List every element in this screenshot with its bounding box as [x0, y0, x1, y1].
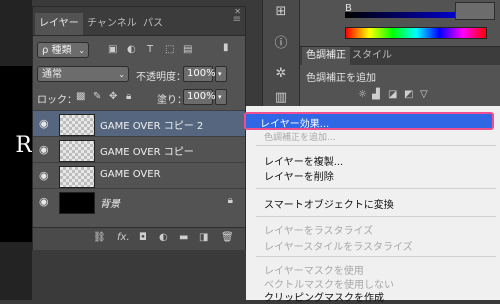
- visibility-eye-icon[interactable]: ◉: [39, 169, 49, 182]
- type-filter-icon[interactable]: T: [147, 44, 153, 56]
- info-icon[interactable]: ⓘ: [263, 32, 299, 51]
- smart-object-filter-icon[interactable]: ▤: [183, 44, 192, 56]
- tab-layers[interactable]: レイヤー: [35, 13, 83, 35]
- adjustments-tabs: 色調補正 スタイル: [300, 47, 500, 65]
- layer-row[interactable]: ◉ GAME OVER コピー 2: [33, 110, 245, 137]
- menu-separator: [256, 256, 496, 257]
- visibility-eye-icon[interactable]: ◉: [39, 143, 49, 156]
- layer-name: GAME OVER コピー: [100, 147, 194, 158]
- layer-filter-select[interactable]: ρ 種類 ⌄: [37, 42, 89, 58]
- chevron-down-icon: ⌄: [118, 70, 125, 79]
- menu-item-enable-layer-mask[interactable]: レイヤーマスクを使用: [264, 262, 364, 277]
- actions-icon[interactable]: ✲: [263, 66, 299, 81]
- levels-icon[interactable]: ▟: [372, 89, 380, 101]
- layer-name: 背景: [100, 199, 120, 210]
- menu-item-label: レイヤー効果...: [260, 119, 330, 130]
- layer-name: GAME OVER コピー 2: [100, 121, 204, 132]
- layer-name: GAME OVER: [100, 169, 161, 180]
- panel-menu-icon[interactable]: ≡: [233, 14, 241, 25]
- add-mask-icon[interactable]: ◘: [139, 232, 147, 243]
- lock-pixels-icon[interactable]: ✎: [93, 91, 101, 103]
- trash-icon[interactable]: 🗑︎: [221, 232, 234, 243]
- menu-item-duplicate-layer[interactable]: レイヤーを複製...: [264, 153, 343, 168]
- exposure-icon[interactable]: ◩: [404, 89, 413, 101]
- menu-item-adjustment[interactable]: 色調補正を追加...: [264, 130, 336, 143]
- histogram-icon[interactable]: ▥: [263, 90, 299, 105]
- menu-item-rasterize-layer[interactable]: レイヤーをラスタライズ: [264, 222, 373, 237]
- tab-adjustments[interactable]: 色調補正: [302, 47, 350, 65]
- layer-row[interactable]: ◉ 背景 🔒︎: [33, 188, 245, 215]
- visibility-eye-icon[interactable]: ◉: [39, 117, 49, 130]
- lock-label: ロック：: [37, 95, 77, 106]
- layer-thumbnail: [59, 166, 95, 188]
- opacity-label: 不透明度：: [136, 72, 186, 83]
- shape-filter-icon[interactable]: ⬚: [165, 44, 174, 56]
- filter-toggle-icon[interactable]: ▮: [223, 42, 229, 54]
- history-icon[interactable]: ⊞: [263, 4, 299, 19]
- new-adjustment-icon[interactable]: ◐: [159, 232, 168, 243]
- new-group-icon[interactable]: ▬: [179, 232, 188, 243]
- brightness-icon[interactable]: ☼: [358, 89, 367, 101]
- layers-panel-tabs: ✕ レイヤー チャンネル パス ≡: [33, 7, 245, 36]
- chevron-down-icon: ⌄: [78, 46, 85, 55]
- tab-paths[interactable]: パス: [139, 13, 167, 35]
- lock-position-icon[interactable]: ✥: [109, 91, 117, 103]
- menu-item-rasterize-style[interactable]: レイヤースタイルをラスタライズ: [264, 238, 413, 253]
- adjustment-filter-icon[interactable]: ◐: [127, 44, 136, 56]
- context-menu: 色調補正を追加... レイヤーを複製... レイヤーを削除 スマートオブジェクト…: [246, 106, 500, 304]
- tab-channels[interactable]: チャンネル: [83, 13, 141, 35]
- fx-icon[interactable]: fx.: [117, 232, 130, 243]
- menu-item-convert-smart-object[interactable]: スマートオブジェクトに変換: [264, 196, 394, 211]
- lock-icon: 🔒︎: [227, 195, 233, 206]
- blend-mode-value: 通常: [42, 69, 62, 80]
- layer-row[interactable]: ◉ GAME OVER: [33, 162, 245, 189]
- vibrance-icon[interactable]: ▽: [420, 89, 428, 101]
- fill-input[interactable]: 100%: [183, 89, 216, 105]
- menu-item-create-clipping-mask[interactable]: クリッピングマスクを作成: [264, 289, 384, 304]
- layer-thumbnail: [59, 140, 95, 162]
- canvas-text: R: [15, 133, 32, 158]
- chevron-down-icon: ▾: [218, 70, 222, 78]
- image-filter-icon[interactable]: ▣: [108, 44, 117, 56]
- menu-separator: [256, 216, 496, 217]
- blue-value-input[interactable]: [455, 2, 495, 20]
- opacity-input[interactable]: 100%: [183, 66, 216, 82]
- add-adjustment-label: 色調補正を追加: [306, 73, 376, 84]
- blend-mode-select[interactable]: 通常 ⌄: [37, 66, 129, 82]
- color-spectrum[interactable]: [345, 27, 487, 39]
- layer-thumbnail: [59, 114, 95, 136]
- layers-panel: ✕ レイヤー チャンネル パス ≡ ρ 種類 ⌄ ▣ ◐ T ⬚ ▤ ▮ 通常 …: [32, 6, 246, 250]
- curves-icon[interactable]: ◪: [388, 89, 397, 101]
- color-panel: B: [300, 0, 500, 46]
- fill-dropdown[interactable]: ▾: [215, 89, 227, 105]
- opacity-dropdown[interactable]: ▾: [215, 66, 227, 82]
- menu-item-layer-effects[interactable]: レイヤー効果...: [244, 112, 494, 130]
- menu-separator: [256, 145, 496, 146]
- link-layers-icon[interactable]: ⛓︎: [93, 232, 106, 243]
- lock-transparency-icon[interactable]: ▩: [76, 91, 85, 103]
- chevron-down-icon: ▾: [218, 93, 222, 101]
- layer-thumbnail: [59, 192, 95, 214]
- menu-item-delete-layer[interactable]: レイヤーを削除: [264, 168, 334, 183]
- layer-row[interactable]: ◉ GAME OVER コピー: [33, 136, 245, 163]
- tab-styles[interactable]: スタイル: [348, 47, 396, 65]
- lock-all-icon[interactable]: 🔒︎: [126, 91, 131, 103]
- new-layer-icon[interactable]: ◨: [199, 232, 208, 243]
- visibility-eye-icon[interactable]: ◉: [39, 195, 49, 208]
- layers-footer: ⛓︎ fx. ◘ ◐ ▬ ◨ 🗑︎: [33, 227, 245, 250]
- menu-separator: [256, 188, 496, 189]
- layer-filter-label: ρ 種類: [42, 45, 72, 56]
